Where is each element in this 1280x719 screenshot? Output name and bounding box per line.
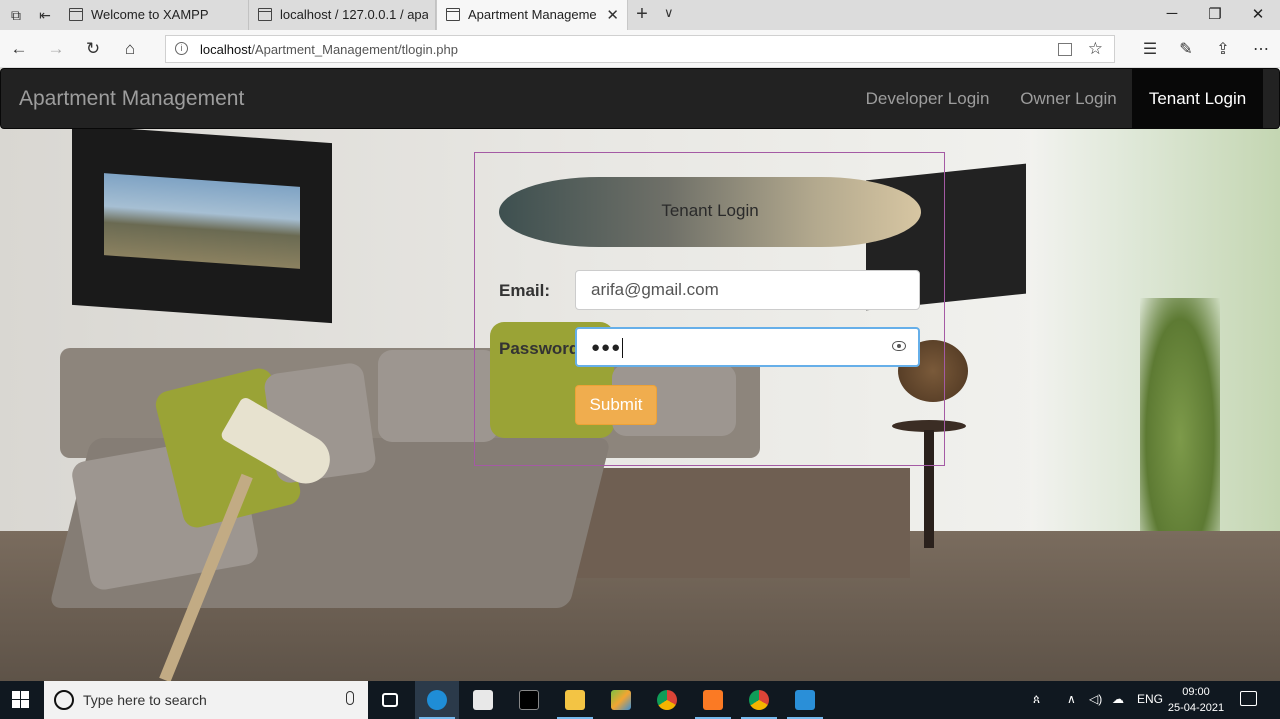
- tab-welcome-xampp[interactable]: Welcome to XAMPP: [60, 0, 249, 30]
- people-icon[interactable]: ጰ: [1033, 692, 1040, 707]
- close-tab-icon[interactable]: ✕: [606, 6, 619, 24]
- tab-apartment-management[interactable]: Apartment Managemer ✕: [436, 0, 628, 30]
- favorites-icon[interactable]: ☰: [1139, 39, 1161, 59]
- windows-taskbar: Type here to search ጰ ∧ ◁) ☁ ENG 09:00 2…: [0, 681, 1280, 719]
- tab-title: Welcome to XAMPP: [91, 7, 209, 22]
- refresh-icon[interactable]: ↻: [83, 39, 103, 59]
- page-icon: [69, 8, 83, 21]
- share-icon[interactable]: ⇪: [1212, 39, 1234, 59]
- new-tab-icon[interactable]: +: [632, 4, 652, 24]
- photos-icon[interactable]: [783, 681, 827, 719]
- page-icon: [446, 8, 460, 21]
- reading-view-icon[interactable]: [1058, 43, 1072, 56]
- windows-start-icon[interactable]: [12, 691, 30, 709]
- login-heading-banner: Tenant Login: [499, 177, 921, 247]
- cortana-icon: [54, 690, 74, 710]
- url-input[interactable]: i localhost/Apartment_Management/tlogin.…: [165, 35, 1115, 63]
- home-icon[interactable]: ⌂: [120, 39, 140, 59]
- submit-button[interactable]: Submit: [575, 385, 657, 425]
- back-icon[interactable]: ←: [9, 39, 29, 59]
- task-view-icon[interactable]: [368, 681, 412, 719]
- set-aside-tabs-icon[interactable]: ⇤: [37, 7, 53, 23]
- login-form: Tenant Login Email: arifa@gmail.com Pass…: [474, 152, 945, 466]
- email-field[interactable]: arifa@gmail.com: [575, 270, 920, 310]
- tab-actions-icon[interactable]: ⧉: [8, 7, 24, 23]
- login-heading: Tenant Login: [661, 201, 759, 220]
- nav-owner-login[interactable]: Owner Login: [1007, 69, 1130, 129]
- reveal-password-icon[interactable]: [892, 341, 906, 351]
- email-label: Email:: [499, 281, 551, 300]
- pen-icon[interactable]: ✎: [1175, 39, 1197, 59]
- xampp-icon[interactable]: [691, 681, 735, 719]
- restore-icon[interactable]: ❐: [1205, 5, 1225, 23]
- web-page: Apartment Management Developer Login Own…: [0, 68, 1280, 681]
- password-field[interactable]: ●●●: [575, 327, 920, 367]
- favorite-star-icon[interactable]: ☆: [1088, 39, 1103, 59]
- file-explorer-icon[interactable]: [553, 681, 597, 719]
- chrome-profile-icon[interactable]: [737, 681, 781, 719]
- taskbar-search-input[interactable]: Type here to search: [44, 681, 368, 719]
- terminal-icon[interactable]: [507, 681, 551, 719]
- chevron-down-icon[interactable]: ∨: [664, 5, 674, 21]
- password-label: Password: [499, 339, 580, 358]
- store-icon[interactable]: [461, 681, 505, 719]
- volume-icon[interactable]: ◁): [1089, 692, 1102, 706]
- cloud-icon[interactable]: ☁: [1112, 692, 1124, 706]
- info-icon[interactable]: i: [175, 42, 188, 55]
- search-placeholder: Type here to search: [83, 692, 207, 708]
- minimize-icon[interactable]: ─: [1162, 5, 1182, 22]
- url-path: /Apartment_Management/tlogin.php: [251, 42, 458, 57]
- url-text: localhost/Apartment_Management/tlogin.ph…: [200, 42, 458, 57]
- email-value: arifa@gmail.com: [591, 280, 719, 299]
- clock-date: 25-04-2021: [1167, 702, 1225, 714]
- edge-browser-icon[interactable]: [415, 681, 459, 719]
- site-navbar: Apartment Management Developer Login Own…: [0, 68, 1280, 129]
- clock-time: 09:00: [1182, 686, 1210, 698]
- password-value: ●●●: [591, 339, 622, 356]
- nav-developer-login[interactable]: Developer Login: [855, 69, 1000, 129]
- tab-phpmyadmin[interactable]: localhost / 127.0.0.1 / apartr: [249, 0, 436, 30]
- bluestacks-icon[interactable]: [599, 681, 643, 719]
- navbar-brand[interactable]: Apartment Management: [19, 87, 244, 111]
- chevron-up-icon[interactable]: ∧: [1067, 692, 1076, 706]
- chrome-icon[interactable]: [645, 681, 689, 719]
- address-toolbar: ← → ↻ ⌂ i localhost/Apartment_Management…: [0, 30, 1280, 68]
- tab-title: localhost / 127.0.0.1 / apartr: [280, 7, 428, 22]
- language-indicator[interactable]: ENG: [1137, 692, 1163, 706]
- page-icon: [258, 8, 272, 21]
- nav-tenant-login[interactable]: Tenant Login: [1132, 69, 1263, 129]
- more-icon[interactable]: ⋯: [1250, 39, 1272, 59]
- close-window-icon[interactable]: ✕: [1248, 5, 1268, 23]
- microphone-icon[interactable]: [346, 691, 354, 705]
- url-host: localhost: [200, 42, 252, 57]
- browser-tab-strip: ⧉ ⇤ Welcome to XAMPP localhost / 127.0.0…: [0, 0, 1280, 30]
- wall-picture: [72, 124, 332, 324]
- text-caret: [622, 337, 624, 358]
- tab-title: Apartment Managemer: [468, 7, 596, 22]
- notifications-icon[interactable]: [1240, 691, 1257, 706]
- clock[interactable]: 09:00 25-04-2021: [1166, 684, 1226, 716]
- forward-icon[interactable]: →: [46, 39, 66, 59]
